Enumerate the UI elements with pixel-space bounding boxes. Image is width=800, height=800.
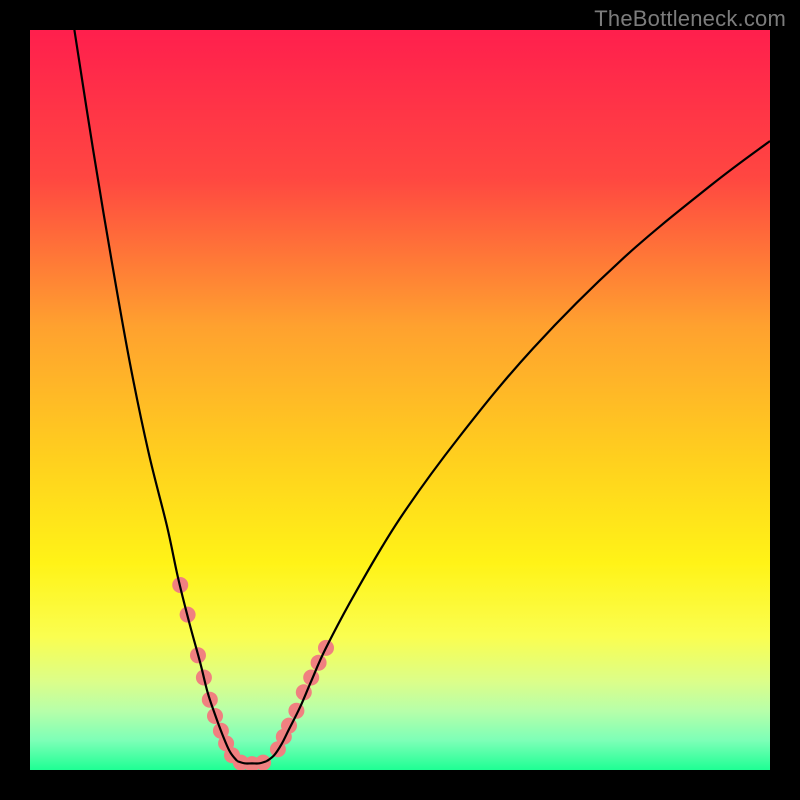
watermark-text: TheBottleneck.com bbox=[594, 6, 786, 32]
left-branch-curve bbox=[74, 30, 237, 761]
plot-area bbox=[30, 30, 770, 770]
chart-frame: TheBottleneck.com bbox=[0, 0, 800, 800]
highlight-dots bbox=[172, 577, 334, 770]
curve-layer bbox=[30, 30, 770, 770]
right-branch-curve bbox=[267, 141, 770, 761]
